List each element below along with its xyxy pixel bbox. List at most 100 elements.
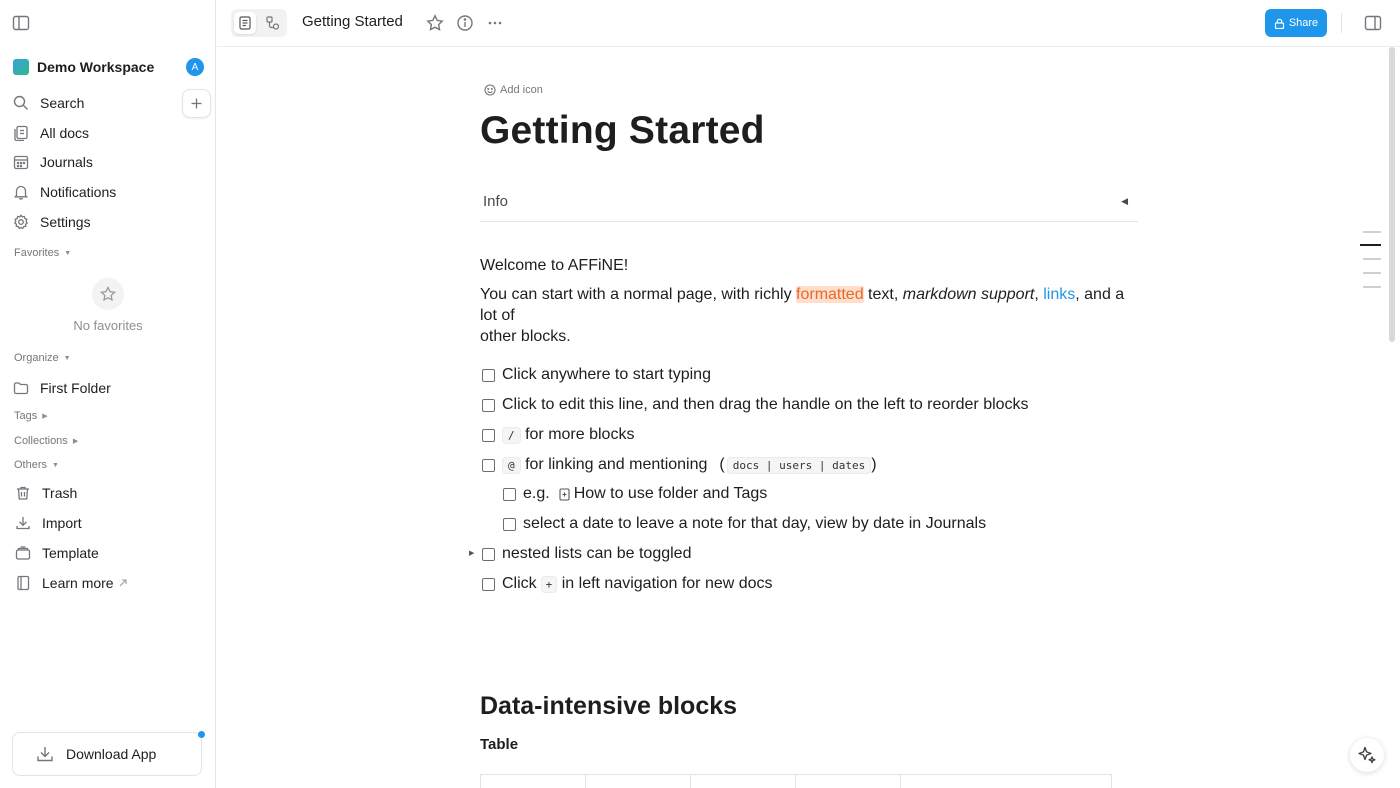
plus-icon xyxy=(191,98,202,109)
text-run: , xyxy=(1034,286,1044,303)
sidebar-item-label: Settings xyxy=(40,214,91,230)
caret-left-icon[interactable]: ◀ xyxy=(1121,196,1128,207)
text-run: text, xyxy=(863,286,903,303)
todo-checkbox[interactable] xyxy=(482,458,495,472)
toc-indicator[interactable] xyxy=(1363,231,1381,233)
star-icon[interactable] xyxy=(425,13,445,33)
todo-checkbox[interactable] xyxy=(482,547,495,561)
heading-4[interactable]: Table xyxy=(480,736,518,753)
trash-icon xyxy=(15,485,31,501)
todo-text: e.g. xyxy=(523,485,550,502)
sidebar-item-template[interactable]: Template xyxy=(15,539,211,567)
header-divider xyxy=(1341,13,1342,33)
sidebar-item-settings[interactable]: Settings xyxy=(13,208,209,236)
table-cell[interactable] xyxy=(481,775,586,788)
ai-assistant-button[interactable] xyxy=(1350,738,1384,772)
toggle-arrow-icon[interactable]: ▶ xyxy=(469,549,474,557)
todo-item[interactable]: nested lists can be toggled xyxy=(482,543,691,565)
text-run: You can start with a normal page, with r… xyxy=(480,286,797,303)
all-docs-icon xyxy=(13,125,29,141)
table-cell[interactable] xyxy=(586,775,691,788)
sidebar-item-trash[interactable]: Trash xyxy=(15,479,211,507)
info-icon[interactable] xyxy=(455,13,475,33)
sidebar-item-learn-more[interactable]: Learn more xyxy=(15,569,211,597)
page-mode-button[interactable] xyxy=(234,12,256,34)
download-app-button[interactable]: Download App xyxy=(12,732,202,776)
others-section-header[interactable]: Others ▼ xyxy=(14,459,59,471)
section-label: Collections xyxy=(14,435,68,447)
doc-title[interactable]: Getting Started xyxy=(302,13,403,30)
doc-reference-link[interactable]: How to use folder and Tags xyxy=(558,485,767,503)
sidebar-toggle-icon[interactable] xyxy=(11,13,31,33)
caret-down-icon: ▼ xyxy=(52,461,59,469)
sidebar-item-label: All docs xyxy=(40,125,90,141)
todo-item[interactable]: @ for linking and mentioning ( docs | us… xyxy=(482,454,877,476)
todo-item[interactable]: Click to edit this line, and then drag t… xyxy=(482,394,1029,416)
edgeless-mode-button[interactable] xyxy=(262,12,284,34)
toc-indicator[interactable] xyxy=(1363,272,1381,274)
todo-checkbox[interactable] xyxy=(482,398,495,412)
caret-down-icon: ▼ xyxy=(63,354,71,362)
welcome-paragraph[interactable]: Welcome to AFFiNE! xyxy=(480,255,628,276)
inline-code: docs | users | dates xyxy=(726,456,872,474)
section-label: Organize xyxy=(14,352,59,364)
toc-indicator-active[interactable] xyxy=(1360,244,1381,246)
folder-icon xyxy=(13,380,29,396)
right-sidebar-toggle-icon[interactable] xyxy=(1363,13,1383,33)
table-cell[interactable] xyxy=(691,775,796,788)
todo-item[interactable]: Click + in left navigation for new docs xyxy=(482,573,773,595)
scrollbar[interactable] xyxy=(1387,47,1400,788)
text-run: other blocks. xyxy=(480,328,571,345)
sidebar-item-search[interactable]: Search xyxy=(13,89,209,117)
inline-link[interactable]: links xyxy=(1043,286,1075,303)
sidebar-item-import[interactable]: Import xyxy=(15,509,211,537)
new-doc-button[interactable] xyxy=(182,89,211,118)
table-cell[interactable] xyxy=(901,775,1111,788)
import-icon xyxy=(15,515,31,531)
doc-editor[interactable]: Add icon Getting Started Info ◀ Welcome … xyxy=(217,47,1387,788)
tags-section-header[interactable]: Tags ▶ xyxy=(14,410,48,422)
more-icon[interactable] xyxy=(485,13,505,33)
sidebar-item-notifications[interactable]: Notifications xyxy=(13,178,209,206)
sidebar-item-journals[interactable]: Journals xyxy=(13,148,209,176)
inline-code: / xyxy=(502,426,521,444)
section-label: Tags xyxy=(14,410,38,422)
info-properties-bar[interactable]: Info ◀ xyxy=(480,187,1138,222)
favorites-section-header[interactable]: Favorites ▼ xyxy=(14,247,71,259)
gear-icon xyxy=(13,214,29,230)
todo-item[interactable]: Click anywhere to start typing xyxy=(482,364,711,386)
todo-checkbox[interactable] xyxy=(482,368,495,382)
sidebar-item-first-folder[interactable]: First Folder xyxy=(13,374,209,402)
todo-item-nested[interactable]: e.g. How to use folder and Tags xyxy=(503,483,767,505)
sidebar-item-all-docs[interactable]: All docs xyxy=(13,119,209,147)
share-button[interactable]: Share xyxy=(1265,9,1327,37)
todo-item-nested[interactable]: select a date to leave a note for that d… xyxy=(503,513,986,535)
workspace-switcher[interactable]: Demo Workspace A xyxy=(13,57,209,77)
todo-text: Click to edit this line, and then drag t… xyxy=(502,396,1029,413)
template-icon xyxy=(15,545,31,561)
table-cell[interactable] xyxy=(796,775,901,788)
todo-checkbox[interactable] xyxy=(482,577,495,591)
table-block[interactable] xyxy=(480,774,1112,788)
collections-section-header[interactable]: Collections ▶ xyxy=(14,435,78,447)
page-icon xyxy=(238,16,252,30)
intro-paragraph[interactable]: You can start with a normal page, with r… xyxy=(480,284,1140,347)
todo-checkbox[interactable] xyxy=(503,517,516,531)
page-title[interactable]: Getting Started xyxy=(480,109,765,153)
toc-indicator[interactable] xyxy=(1363,258,1381,260)
lock-icon xyxy=(1274,18,1285,29)
avatar[interactable]: A xyxy=(186,58,204,76)
sidebar-item-label: Import xyxy=(42,515,82,531)
scrollbar-thumb[interactable] xyxy=(1389,47,1395,342)
todo-checkbox[interactable] xyxy=(503,487,516,501)
doc-header: Getting Started Share xyxy=(217,0,1400,47)
heading-2[interactable]: Data-intensive blocks xyxy=(480,692,737,721)
external-link-icon xyxy=(118,578,128,588)
emoji-icon xyxy=(484,84,496,96)
toc-indicator[interactable] xyxy=(1363,286,1381,288)
todo-checkbox[interactable] xyxy=(482,428,495,442)
todo-item[interactable]: / for more blocks xyxy=(482,424,634,446)
highlighted-text: formatted xyxy=(796,286,864,303)
organize-section-header[interactable]: Organize ▼ xyxy=(14,352,71,364)
add-icon-button[interactable]: Add icon xyxy=(484,84,543,96)
